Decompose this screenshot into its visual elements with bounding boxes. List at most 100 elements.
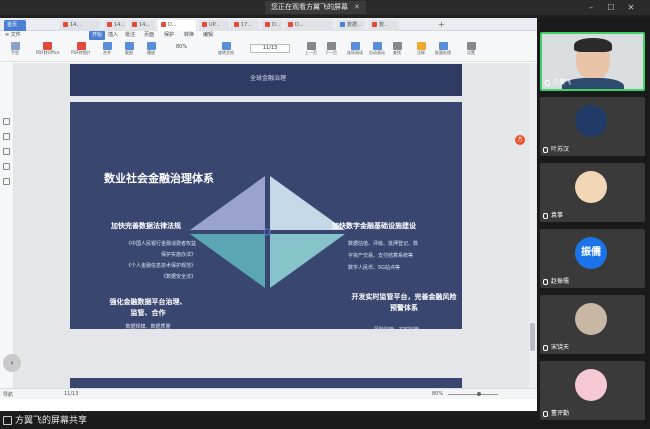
wps-toolbar: 手型 PDF转Office PDF转图片 合并 截图 播放 旋转文档 上一页 下一页 连续阅读 自动… bbox=[0, 40, 537, 62]
tab-item[interactable]: 14... bbox=[129, 20, 155, 31]
pdf-icon bbox=[202, 22, 207, 27]
close-icon[interactable]: ✕ bbox=[624, 1, 638, 14]
toolbar-button[interactable]: 下一页 bbox=[320, 42, 342, 56]
tab-item[interactable]: 17... bbox=[231, 20, 259, 31]
toolbar-button[interactable]: 注释 bbox=[410, 42, 432, 56]
menu-item[interactable]: 页面 bbox=[144, 31, 154, 40]
participant-name: 董评勤 bbox=[551, 410, 570, 417]
toolbar-button[interactable]: 截图 bbox=[118, 42, 140, 56]
toolbar-button[interactable]: 批量处理 bbox=[432, 42, 454, 56]
menu-item[interactable]: 插入 bbox=[108, 31, 118, 40]
tool-icon bbox=[466, 42, 476, 50]
slide-text-item: 《个人金融信息技术保护规范》 bbox=[125, 263, 196, 269]
tool-icon bbox=[221, 42, 231, 50]
menu-item[interactable]: 保护 bbox=[164, 31, 174, 40]
minimize-icon[interactable]: – bbox=[584, 1, 598, 14]
toolbar-button[interactable]: 设置 bbox=[460, 42, 482, 56]
tool-icon bbox=[416, 42, 426, 50]
tool-icon bbox=[124, 42, 134, 50]
pdf-icon bbox=[107, 22, 112, 27]
close-icon[interactable]: ✕ bbox=[354, 3, 360, 11]
tab-label: 数据... bbox=[347, 22, 362, 28]
tool-label: 合并 bbox=[103, 50, 111, 55]
tool-icon bbox=[146, 42, 156, 50]
participant-tile[interactable]: 董评勤 bbox=[540, 361, 645, 420]
tool-label: 手型 bbox=[11, 50, 19, 55]
avatar bbox=[575, 303, 607, 335]
zoom-level[interactable]: 80% bbox=[176, 44, 187, 50]
tab-label: 首页 bbox=[7, 22, 18, 28]
attachment-icon[interactable] bbox=[3, 163, 10, 170]
tab-item[interactable]: UP... bbox=[199, 20, 229, 31]
bookmark-icon[interactable] bbox=[3, 118, 10, 125]
toolbar-button[interactable]: 连续阅读 bbox=[344, 42, 366, 56]
maximize-icon[interactable]: ☐ bbox=[604, 1, 618, 14]
slide-title: 数业社会金融治理体系 bbox=[104, 172, 214, 185]
right-heading: 加快数字金融基础设施建设 bbox=[332, 222, 416, 230]
tab-item[interactable]: 首页 bbox=[4, 20, 26, 31]
tool-label: 设置 bbox=[467, 50, 475, 55]
tool-icon bbox=[372, 42, 382, 50]
toolbar-button[interactable]: 上一页 bbox=[300, 42, 322, 56]
pdf-icon bbox=[63, 22, 68, 27]
participant-tile[interactable]: 方翼飞 bbox=[540, 32, 645, 91]
expand-sidebar-button[interactable]: › bbox=[3, 354, 21, 372]
slide-text-item: 数字人民币、5G站点等 bbox=[348, 265, 401, 271]
microphone-icon bbox=[543, 146, 548, 153]
toolbar-button[interactable]: 查找 bbox=[386, 42, 408, 56]
participant-tile[interactable]: 叶苏汉 bbox=[540, 97, 645, 156]
tool-icon bbox=[350, 42, 360, 50]
status-zoom[interactable]: 80% bbox=[432, 391, 443, 397]
left-heading-2: 强化金融数据平台治理、监管、合作 bbox=[109, 298, 187, 317]
toolbar-button[interactable]: PDF转图片 bbox=[70, 42, 92, 56]
menu-item[interactable]: ≡ 文件 bbox=[5, 31, 21, 40]
tab-item[interactable]: 14... bbox=[60, 20, 100, 31]
tool-label: PDF转Office bbox=[36, 50, 60, 55]
status-page[interactable]: 11/13 bbox=[64, 391, 78, 397]
page-number-input[interactable]: 11/13 bbox=[250, 44, 290, 53]
toolbar-button[interactable]: PDF转Office bbox=[36, 42, 60, 56]
tab-item[interactable]: D... bbox=[262, 20, 282, 31]
zoom-slider-handle[interactable] bbox=[477, 392, 481, 396]
participant-name: 袁事 bbox=[551, 212, 564, 219]
menu-item[interactable]: 开始 bbox=[89, 31, 106, 40]
participant-tile[interactable]: 袁事 bbox=[540, 163, 645, 222]
participant-tile[interactable]: 振儒 赵振儒 bbox=[540, 229, 645, 288]
tool-label: 上一页 bbox=[305, 50, 317, 55]
menu-item[interactable]: 批注 bbox=[125, 31, 135, 40]
microphone-icon bbox=[545, 79, 550, 86]
avatar bbox=[575, 171, 607, 203]
toolbar-button[interactable]: 合并 bbox=[96, 42, 118, 56]
diamond-quadrant-bottom-left bbox=[190, 234, 265, 288]
user-badge[interactable]: 方 bbox=[515, 135, 525, 145]
tab-item[interactable]: D... bbox=[158, 20, 196, 31]
search-icon[interactable] bbox=[3, 178, 10, 185]
toolbar-button[interactable]: 自动滚动 bbox=[366, 42, 388, 56]
vertical-scrollbar[interactable] bbox=[529, 63, 536, 388]
share-bar: 方翼飞的屏幕共享 bbox=[0, 413, 537, 429]
tab-item[interactable]: 数据... bbox=[337, 20, 365, 31]
toolbar-button[interactable]: 手型 bbox=[4, 42, 26, 56]
screen-share-icon bbox=[3, 416, 12, 425]
tab-label: 14... bbox=[114, 22, 126, 28]
participant-tile[interactable]: 宋饶天 bbox=[540, 295, 645, 354]
thumbnail-icon[interactable] bbox=[3, 133, 10, 140]
toolbar-button[interactable]: 播放 bbox=[140, 42, 162, 56]
tab-label: UP... bbox=[209, 22, 220, 28]
slide-text-item: 《中国人民银行金融消费者权益 bbox=[125, 241, 196, 247]
tab-item[interactable]: 14... bbox=[104, 20, 126, 31]
nav-label[interactable]: 导航 bbox=[3, 391, 13, 398]
share-label: 方翼飞的屏幕共享 bbox=[15, 416, 88, 426]
zoom-slider[interactable] bbox=[448, 394, 498, 395]
participant-name: 方翼飞 bbox=[553, 79, 572, 86]
new-tab-icon[interactable]: + bbox=[438, 18, 445, 31]
menu-item[interactable]: 转换 bbox=[184, 31, 194, 40]
menu-item[interactable]: 编辑 bbox=[203, 31, 213, 40]
pdf-icon bbox=[340, 22, 345, 27]
tab-item[interactable]: D... bbox=[285, 20, 333, 31]
tool-label: 查找 bbox=[393, 50, 401, 55]
toolbar-button[interactable]: 旋转文档 bbox=[215, 42, 237, 56]
comment-icon[interactable] bbox=[3, 148, 10, 155]
slide-text-item: 保护实施办法》 bbox=[160, 252, 196, 258]
tab-item[interactable]: 数... bbox=[369, 20, 399, 31]
